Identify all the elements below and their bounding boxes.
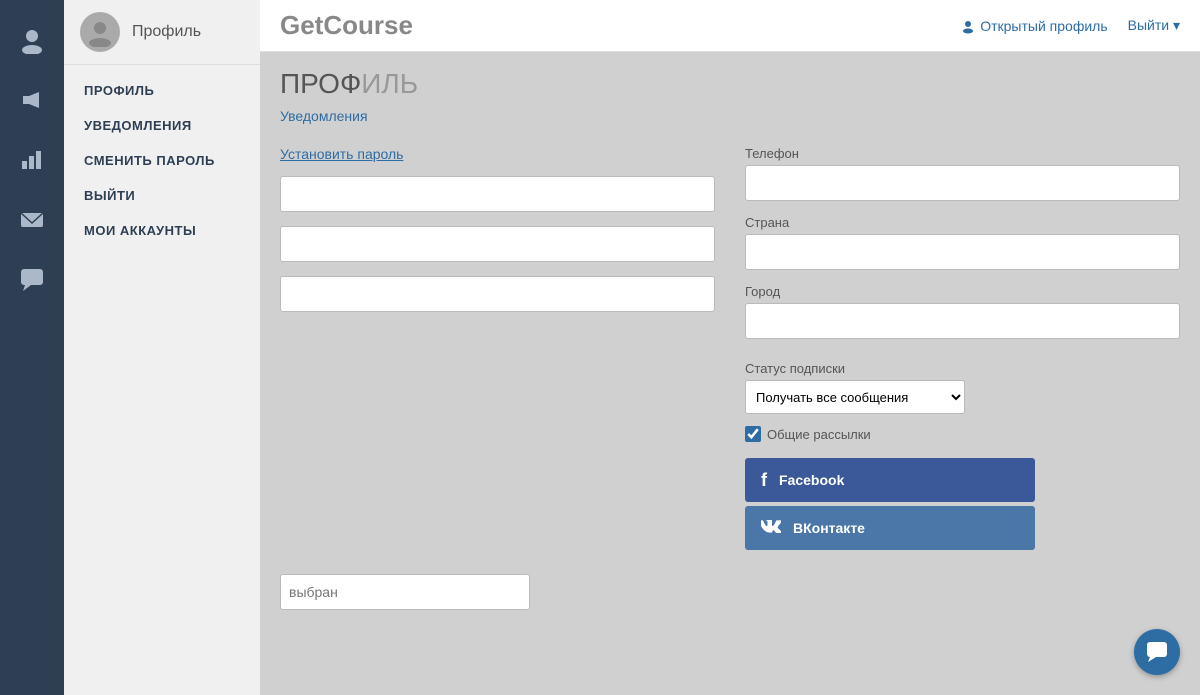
logo: GetCourse xyxy=(280,10,413,41)
open-profile-text: Открытый профиль xyxy=(980,18,1107,34)
field-name-group xyxy=(280,176,715,212)
subscription-section: Статус подписки Получать все сообщения О… xyxy=(745,361,1180,414)
facebook-label: Facebook xyxy=(779,472,844,488)
vkontakte-button[interactable]: ВКонтакте xyxy=(745,506,1035,550)
form-area: Установить пароль Телефон Страна xyxy=(260,136,1200,564)
city-label: Город xyxy=(745,284,1180,299)
breadcrumb: Уведомления xyxy=(280,108,1180,124)
checkbox-label: Общие рассылки xyxy=(767,427,871,442)
sidebar-megaphone-icon[interactable] xyxy=(0,70,64,130)
field-extra-input[interactable] xyxy=(280,276,715,312)
logout-link[interactable]: Выйти ▾ xyxy=(1128,17,1180,34)
bottom-select-input[interactable] xyxy=(280,574,530,610)
vkontakte-label: ВКонтакте xyxy=(793,520,865,536)
country-input[interactable] xyxy=(745,234,1180,270)
top-bar: GetCourse Открытый профиль Выйти ▾ xyxy=(260,0,1200,52)
facebook-button[interactable]: f Facebook xyxy=(745,458,1035,502)
field-name-input[interactable] xyxy=(280,176,715,212)
profile-panel: Профиль ПРОФИЛЬ УВЕДОМЛЕНИЯ СМЕНИТЬ ПАРО… xyxy=(64,0,260,695)
menu-notifications[interactable]: УВЕДОМЛЕНИЯ xyxy=(64,108,260,143)
subscription-label: Статус подписки xyxy=(745,361,1180,376)
menu-logout[interactable]: ВЫЙТИ xyxy=(64,178,260,213)
checkbox-row: Общие рассылки xyxy=(745,426,1180,442)
vkontakte-icon xyxy=(761,518,781,539)
country-label: Страна xyxy=(745,215,1180,230)
menu-change-password[interactable]: СМЕНИТЬ ПАРОЛЬ xyxy=(64,143,260,178)
phone-input[interactable] xyxy=(745,165,1180,201)
avatar xyxy=(80,12,120,52)
bottom-section xyxy=(260,564,1200,610)
menu-accounts[interactable]: МОИ АККАУНТЫ xyxy=(64,213,260,248)
phone-group: Телефон xyxy=(745,146,1180,201)
profile-title: Профиль xyxy=(132,23,201,41)
field-email-group xyxy=(280,226,715,262)
profile-menu: ПРОФИЛЬ УВЕДОМЛЕНИЯ СМЕНИТЬ ПАРОЛЬ ВЫЙТИ… xyxy=(64,65,260,256)
field-extra-group xyxy=(280,276,715,312)
page-header: ПРОФИЛЬ Уведомления xyxy=(260,52,1200,124)
page-title: ПРОФИЛЬ xyxy=(280,68,1180,100)
subscription-select[interactable]: Получать все сообщения Отписаться xyxy=(745,380,965,414)
general-mailings-checkbox[interactable] xyxy=(745,426,761,442)
city-input[interactable] xyxy=(745,303,1180,339)
sidebar-user-icon[interactable] xyxy=(0,10,64,70)
form-right: Телефон Страна Город Статус подписки Пол… xyxy=(745,146,1180,554)
form-left: Установить пароль xyxy=(280,146,715,554)
profile-header: Профиль xyxy=(64,0,260,65)
chat-bubble-icon xyxy=(1145,640,1169,664)
icon-sidebar xyxy=(0,0,64,695)
facebook-icon: f xyxy=(761,470,767,491)
user-small-icon xyxy=(960,18,976,34)
country-group: Страна xyxy=(745,215,1180,270)
field-email-input[interactable] xyxy=(280,226,715,262)
main-content: GetCourse Открытый профиль Выйти ▾ ПРОФИ… xyxy=(260,0,1200,695)
open-profile-link[interactable]: Открытый профиль xyxy=(960,18,1107,34)
logout-text: Выйти ▾ xyxy=(1128,17,1180,33)
breadcrumb-notifications[interactable]: Уведомления xyxy=(280,108,368,124)
set-password-link[interactable]: Установить пароль xyxy=(280,146,715,162)
sidebar-mail-icon[interactable] xyxy=(0,190,64,250)
social-section: f Facebook ВКонтакте xyxy=(745,458,1180,554)
vk-logo-icon xyxy=(761,520,781,534)
city-group: Город xyxy=(745,284,1180,339)
phone-label: Телефон xyxy=(745,146,1180,161)
top-bar-right: Открытый профиль Выйти ▾ xyxy=(960,17,1180,34)
menu-profile[interactable]: ПРОФИЛЬ xyxy=(64,73,260,108)
sidebar-chart-icon[interactable] xyxy=(0,130,64,190)
sidebar-chat-icon[interactable] xyxy=(0,250,64,310)
chat-button[interactable] xyxy=(1134,629,1180,675)
